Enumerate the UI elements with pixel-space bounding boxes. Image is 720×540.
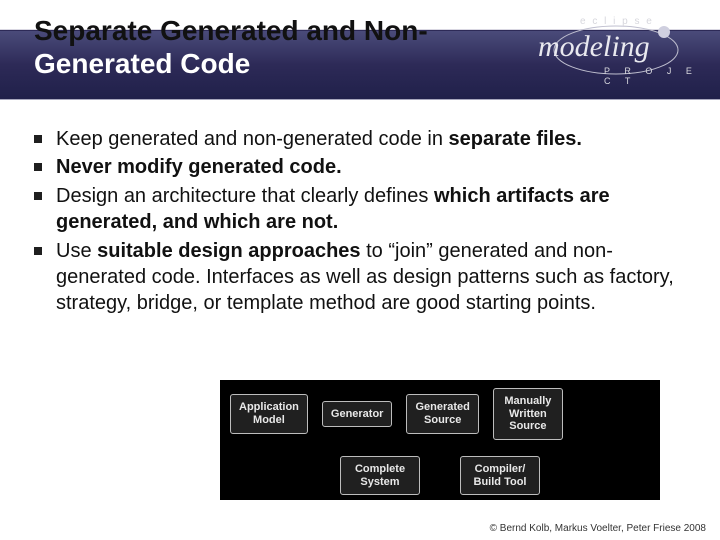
title-line-2: Generated Code <box>34 48 250 79</box>
bullet-item: Use suitable design approaches to “join”… <box>34 238 686 317</box>
diagram-box: Generator <box>322 401 393 428</box>
bullet-item: Never modify generated code. <box>34 154 686 180</box>
bullet-text: Keep generated and non-generated code in <box>56 128 449 150</box>
diagram-box: GeneratedSource <box>406 394 478 433</box>
bullet-bold: suitable design approaches <box>97 240 360 262</box>
logo-modeling-text: modeling <box>538 30 650 64</box>
bullet-bold: separate files. <box>449 128 582 150</box>
diagram-row-1: ApplicationModel Generator GeneratedSour… <box>230 388 650 440</box>
bullet-item: Keep generated and non-generated code in… <box>34 126 686 152</box>
architecture-diagram: ApplicationModel Generator GeneratedSour… <box>220 380 660 500</box>
bullet-bold: Never modify generated code. <box>56 156 342 178</box>
bullet-list: Keep generated and non-generated code in… <box>34 126 686 317</box>
bullet-text: Use <box>56 240 97 262</box>
diagram-box: ApplicationModel <box>230 394 308 433</box>
slide-body: Keep generated and non-generated code in… <box>0 110 720 317</box>
diagram-row-2: CompleteSystem Compiler/Build Tool <box>230 456 650 495</box>
bullet-text: Design an architecture that clearly defi… <box>56 185 434 207</box>
diagram-box: ManuallyWrittenSource <box>493 388 563 440</box>
bullet-item: Design an architecture that clearly defi… <box>34 183 686 236</box>
slide-footer: © Bernd Kolb, Markus Voelter, Peter Frie… <box>490 523 706 534</box>
slide-title: Separate Generated and Non- Generated Co… <box>34 0 474 80</box>
diagram-box: CompleteSystem <box>340 456 420 495</box>
diagram-box: Compiler/Build Tool <box>460 456 540 495</box>
eclipse-modeling-logo: e c l i p s e modeling P R O J E C T <box>528 8 708 96</box>
logo-project-text: P R O J E C T <box>604 66 708 86</box>
slide-header: Separate Generated and Non- Generated Co… <box>0 0 720 110</box>
title-line-1: Separate Generated and Non- <box>34 15 428 46</box>
logo-eclipse-text: e c l i p s e <box>580 16 654 27</box>
